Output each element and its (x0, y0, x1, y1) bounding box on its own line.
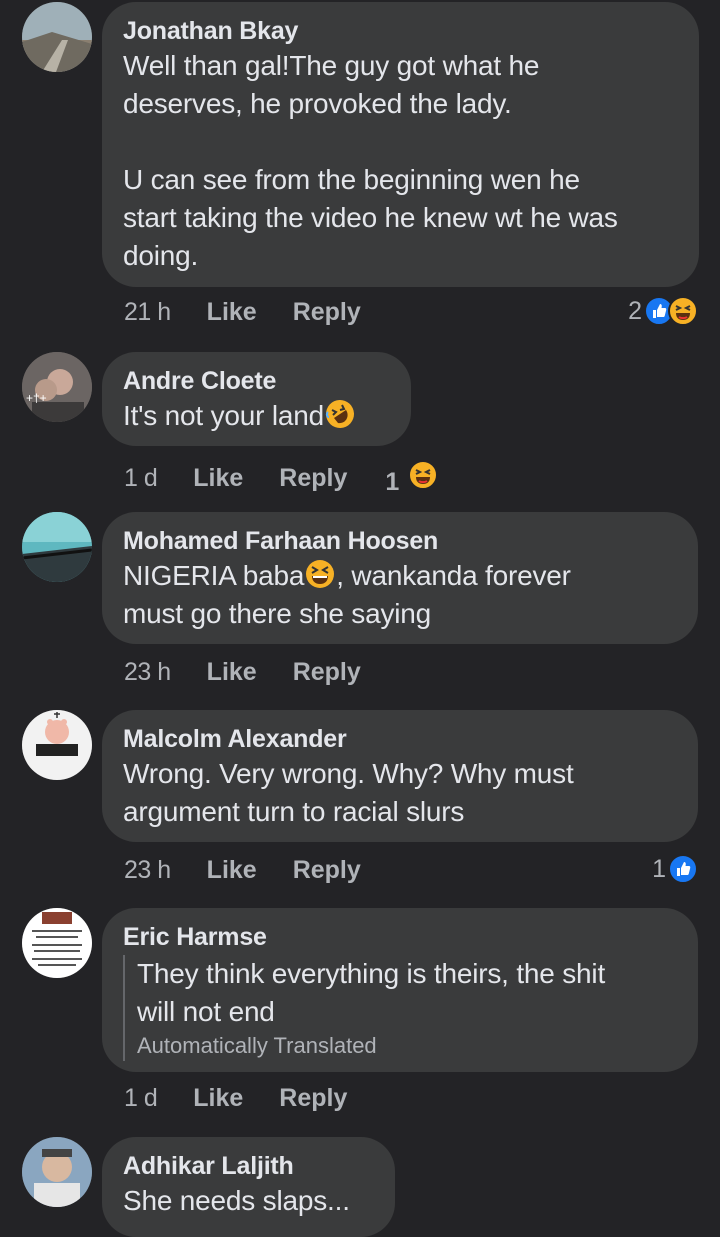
translation-block: They think everything is theirs, the shi… (123, 955, 676, 1061)
comment-bubble: Adhikar Laljith She needs slaps... (102, 1137, 395, 1237)
grinning-squint-emoji (304, 558, 336, 590)
comment-text: Well than gal!The guy got what he deserv… (123, 50, 618, 271)
comment-author[interactable]: Malcolm Alexander (123, 724, 676, 755)
comment-bubble: Andre Cloete It's not your land (102, 352, 411, 446)
reaction-count: 1 (652, 854, 666, 883)
comment-author[interactable]: Adhikar Laljith (123, 1151, 373, 1182)
avatar[interactable] (22, 908, 92, 978)
comment-text: It's not your land (123, 397, 389, 435)
like-icon (668, 854, 698, 884)
comment-author[interactable]: Andre Cloete (123, 366, 389, 397)
haha-icon (408, 460, 439, 490)
like-button[interactable]: Like (207, 298, 257, 327)
reaction-summary[interactable]: 1 (652, 854, 698, 884)
reply-button[interactable]: Reply (293, 856, 361, 885)
comment-time[interactable]: 23 h (124, 658, 171, 687)
comment-time[interactable]: 1 d (124, 1084, 158, 1113)
like-button[interactable]: Like (207, 658, 257, 687)
comment-actions: 21 h Like Reply (124, 298, 361, 327)
avatar[interactable] (22, 512, 92, 582)
comment-text: Wrong. Very wrong. Why? Why must argumen… (123, 758, 574, 827)
comment-text: They think everything is theirs, the shi… (137, 958, 606, 1027)
reply-button[interactable]: Reply (293, 658, 361, 687)
comment-bubble: Eric Harmse They think everything is the… (102, 908, 698, 1072)
reply-button[interactable]: Reply (293, 298, 361, 327)
comment-bubble: Malcolm Alexander Wrong. Very wrong. Why… (102, 710, 698, 842)
comment-bubble: Mohamed Farhaan Hoosen NIGERIA baba, wan… (102, 512, 698, 644)
comment-actions: 23 h Like Reply (124, 658, 361, 687)
comment-time[interactable]: 23 h (124, 856, 171, 885)
reaction-count: 2 (628, 296, 642, 325)
comment-text-segment: NIGERIA baba (123, 560, 305, 591)
reply-button[interactable]: Reply (279, 464, 347, 493)
comment-bubble: Jonathan Bkay Well than gal!The guy got … (102, 2, 699, 287)
rofl-emoji (324, 398, 356, 430)
haha-icon (668, 296, 698, 326)
avatar[interactable] (22, 1137, 92, 1207)
reply-button[interactable]: Reply (279, 1084, 347, 1113)
comment-time[interactable]: 21 h (124, 298, 171, 327)
avatar[interactable] (22, 2, 92, 72)
comment-author[interactable]: Mohamed Farhaan Hoosen (123, 526, 676, 557)
like-button[interactable]: Like (193, 464, 243, 493)
reaction-summary[interactable]: 1 (385, 460, 439, 497)
reaction-count: 1 (385, 468, 400, 496)
svg-text:+†+: +†+ (26, 391, 47, 405)
like-button[interactable]: Like (193, 1084, 243, 1113)
comment-author[interactable]: Jonathan Bkay (123, 16, 677, 47)
avatar[interactable] (22, 710, 92, 780)
comment-author[interactable]: Eric Harmse (123, 922, 676, 953)
comment-text: NIGERIA baba, wankanda forever must go t… (123, 557, 676, 633)
like-button[interactable]: Like (207, 856, 257, 885)
comment-text: She needs slaps... (123, 1185, 350, 1216)
reaction-summary[interactable]: 2 (628, 296, 698, 326)
translation-note[interactable]: Automatically Translated (137, 1031, 676, 1061)
comment-actions: 1 d Like Reply 1 (124, 460, 439, 497)
avatar[interactable]: +†+ (22, 352, 92, 422)
comment-actions: 23 h Like Reply (124, 856, 361, 885)
comment-time[interactable]: 1 d (124, 464, 158, 493)
comment-text-segment: It's not your land (123, 400, 324, 431)
comment-actions: 1 d Like Reply (124, 1084, 347, 1113)
